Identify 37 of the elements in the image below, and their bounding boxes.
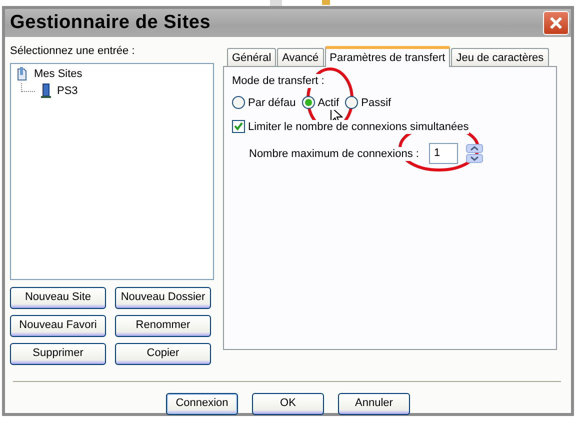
tab[interactable]: Jeu de caractères	[451, 48, 549, 66]
server-icon	[38, 83, 54, 99]
spin-up-icon[interactable]	[466, 144, 483, 153]
spin-down-icon[interactable]	[466, 154, 483, 163]
checkbox-label: Limiter le nombre de connexions simultanées	[248, 120, 469, 134]
radio-button[interactable]	[345, 96, 358, 109]
tab[interactable]: Général	[227, 48, 276, 66]
tree-line	[21, 82, 35, 92]
checkbox[interactable]	[232, 120, 245, 133]
check-icon	[234, 122, 243, 131]
button[interactable]: OK	[252, 392, 324, 414]
close-button[interactable]	[543, 11, 569, 35]
tree-item[interactable]: Mes Sites	[34, 66, 82, 82]
tab[interactable]: Paramètres de transfert	[324, 46, 450, 67]
radio-label: Par défau	[248, 96, 296, 110]
tab[interactable]: Avancé	[277, 48, 324, 66]
button[interactable]: Connexion	[166, 392, 238, 414]
button[interactable]: Nouveau Site	[10, 286, 106, 308]
spin-buttons[interactable]	[466, 144, 483, 163]
number-field[interactable]: 1	[428, 143, 458, 164]
tree-item[interactable]: PS3	[57, 82, 78, 100]
button[interactable]: Nouveau Dossier	[115, 286, 211, 308]
window-title: Gestionnaire de Sites	[10, 10, 211, 35]
close-icon	[549, 16, 563, 30]
group-label: Mode de transfert :	[232, 74, 324, 88]
button[interactable]: Nouveau Favori	[10, 314, 106, 336]
radio-button[interactable]	[232, 96, 245, 109]
list-label: Sélectionnez une entrée :	[10, 44, 136, 59]
window-fragment	[270, 0, 330, 8]
button[interactable]: Supprimer	[10, 342, 106, 364]
button[interactable]: Annuler	[338, 392, 410, 414]
radio-label: Passif	[361, 96, 392, 110]
radio-button[interactable]	[302, 96, 315, 109]
button[interactable]: Copier	[115, 342, 211, 364]
button[interactable]: Renommer	[115, 314, 211, 336]
field-label: Nombre maximum de connexions :	[249, 146, 419, 160]
radio-label: Actif	[318, 96, 340, 110]
